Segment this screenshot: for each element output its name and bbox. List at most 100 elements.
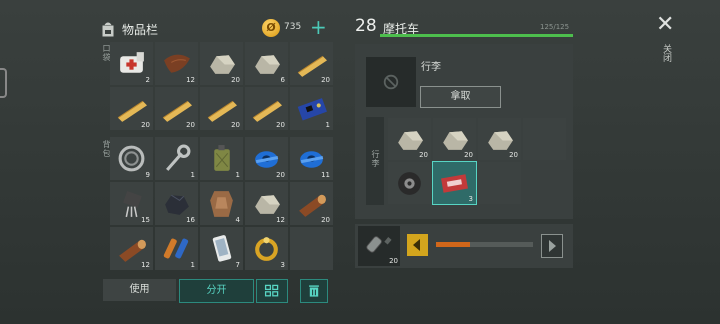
leather-icon — [164, 54, 190, 73]
luggage-label: 行李 — [421, 62, 441, 73]
gas-bottle-icon — [366, 236, 392, 253]
backpack-slot[interactable]: 20 — [290, 182, 333, 225]
item-count: 20 — [321, 216, 330, 224]
inventory-header: 物品栏 — [100, 18, 158, 40]
item-count: 12 — [186, 76, 195, 84]
tape-icon — [255, 151, 279, 168]
circuit-board-icon — [297, 98, 327, 121]
fuel-increase-button[interactable] — [541, 234, 563, 258]
item-count: 20 — [276, 171, 285, 179]
pocket-slot[interactable]: 20 — [200, 87, 243, 130]
backpack-slot[interactable]: 9 — [110, 137, 153, 180]
item-count: 4 — [235, 216, 240, 224]
item-count: 20 — [419, 151, 428, 159]
backpack-slot[interactable]: 16 — [155, 182, 198, 225]
stone-icon — [210, 55, 235, 74]
medkit-icon — [120, 52, 144, 73]
edge-handle[interactable] — [0, 68, 7, 98]
backpack-icon — [102, 22, 114, 37]
pocket-slot[interactable]: 20 — [110, 87, 153, 130]
item-count: 1 — [235, 171, 240, 179]
item-count: 11 — [321, 171, 330, 179]
item-count: 20 — [509, 151, 518, 159]
add-coins-button[interactable]: + — [310, 16, 327, 38]
inventory-title: 物品栏 — [122, 22, 159, 37]
backpack-slot[interactable]: 3 — [245, 227, 288, 270]
item-count: 3 — [280, 261, 285, 269]
luggage-slot[interactable] — [388, 162, 431, 204]
delete-button[interactable] — [300, 279, 328, 303]
vehicle-level: 28 — [355, 16, 377, 36]
item-count: 20 — [464, 151, 473, 159]
arrow-right-icon — [549, 240, 556, 252]
item-count: 9 — [145, 171, 150, 179]
fuel-decrease-button[interactable] — [407, 234, 428, 256]
luggage-slot[interactable]: 20 — [388, 118, 431, 160]
equip-slot[interactable] — [366, 57, 416, 107]
luggage-slot[interactable] — [523, 118, 566, 160]
backpack-slot[interactable] — [290, 227, 333, 270]
vehicle-hp-fill — [380, 34, 573, 37]
phone-icon — [212, 235, 232, 262]
coal-icon — [165, 194, 189, 215]
close-button[interactable]: ✕ — [656, 12, 674, 37]
tire-icon — [398, 172, 421, 195]
split-button[interactable]: 分开 — [179, 279, 254, 303]
pocket-slot[interactable]: 6 — [245, 42, 288, 85]
item-count: 12 — [276, 216, 285, 224]
item-count: 20 — [321, 76, 330, 84]
item-count: 15 — [141, 216, 150, 224]
bearing-icon — [118, 145, 145, 172]
plank-icon — [297, 55, 327, 77]
backpack-slot[interactable]: 11 — [290, 137, 333, 180]
item-count: 12 — [141, 261, 150, 269]
wrench-icon — [166, 144, 191, 171]
backpack-slot[interactable]: 1 — [200, 137, 243, 180]
use-button[interactable]: 使用 — [103, 279, 176, 301]
hide-icon — [210, 191, 233, 217]
backpack-slot[interactable]: 1 — [155, 137, 198, 180]
backpack-slot[interactable]: 1 — [155, 227, 198, 270]
log-icon — [119, 239, 146, 262]
trash-icon — [309, 285, 319, 297]
jerrycan-icon — [214, 145, 230, 171]
pocket-slot[interactable]: 2 — [110, 42, 153, 85]
plank-icon — [252, 100, 282, 122]
stone-icon — [255, 195, 280, 214]
take-button[interactable]: 拿取 — [420, 86, 501, 108]
luggage-slot[interactable]: 20 — [433, 118, 476, 160]
pocket-slot[interactable]: 20 — [155, 87, 198, 130]
item-count: 1 — [190, 261, 195, 269]
luggage-slot[interactable] — [478, 162, 521, 204]
sort-icon — [264, 284, 279, 297]
backpack-slot[interactable]: 12 — [245, 182, 288, 225]
pocket-slot[interactable]: 1 — [290, 87, 333, 130]
close-label: 关闭 — [661, 44, 671, 62]
item-count: 2 — [145, 76, 150, 84]
backpack-slot[interactable]: 12 — [110, 227, 153, 270]
item-count: 16 — [186, 216, 195, 224]
backpack-slot[interactable]: 4 — [200, 182, 243, 225]
backpack-slot[interactable]: 7 — [200, 227, 243, 270]
empty-slot-icon — [383, 74, 399, 90]
fuel-slider-fill — [436, 242, 470, 247]
pocket-slot[interactable]: 20 — [290, 42, 333, 85]
ticket-icon — [441, 174, 468, 193]
coin-count: 735 — [284, 22, 302, 32]
plank-icon — [207, 100, 237, 122]
luggage-slot[interactable]: 20 — [478, 118, 521, 160]
tape-icon — [300, 151, 324, 168]
item-count: 7 — [235, 261, 240, 269]
arrow-left-icon — [413, 239, 420, 251]
backpack-slot[interactable]: 15 — [110, 182, 153, 225]
pocket-slot[interactable]: 20 — [200, 42, 243, 85]
sort-button[interactable] — [256, 279, 288, 303]
pocket-slot[interactable]: 20 — [245, 87, 288, 130]
backpack-slot[interactable]: 20 — [245, 137, 288, 180]
luggage-slot[interactable]: 3 — [432, 161, 477, 205]
fuel-slider[interactable] — [436, 242, 533, 247]
pocket-slot[interactable]: 12 — [155, 42, 198, 85]
fuel-slot[interactable]: 20 — [358, 226, 400, 266]
item-count: 20 — [231, 76, 240, 84]
item-count: 20 — [276, 121, 285, 129]
